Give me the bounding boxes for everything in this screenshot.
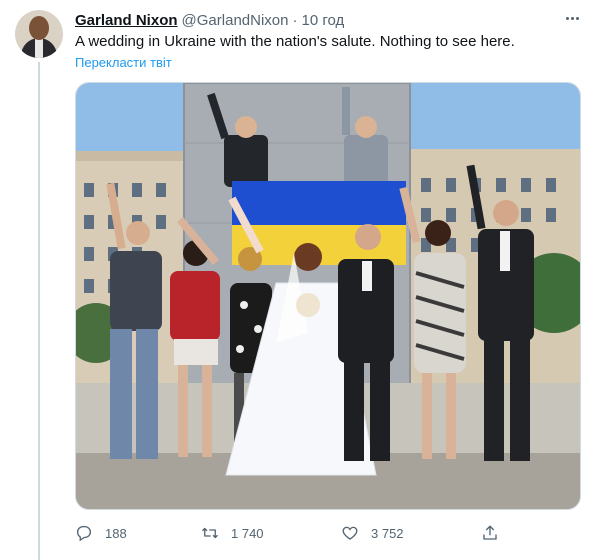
person-arm bbox=[342, 87, 350, 135]
tweet-text: A wedding in Ukraine with the nation's s… bbox=[75, 33, 515, 50]
more-icon[interactable] bbox=[560, 8, 584, 28]
separator-dot: · bbox=[292, 11, 298, 29]
retweet-button[interactable]: 1 740 bbox=[201, 522, 264, 544]
reply-icon bbox=[76, 525, 92, 542]
dress-pattern bbox=[240, 301, 248, 309]
thread-line bbox=[38, 62, 40, 560]
tweet-time[interactable]: 10 год bbox=[301, 12, 344, 29]
tweet-photo[interactable] bbox=[75, 82, 581, 510]
groom-leg bbox=[370, 361, 390, 461]
more-dot bbox=[570, 16, 574, 20]
more-dot bbox=[565, 16, 569, 20]
person-jeans bbox=[110, 329, 132, 459]
bride-head bbox=[294, 243, 322, 271]
author-handle[interactable]: @GarlandNixon bbox=[182, 12, 289, 29]
dress-pattern bbox=[236, 345, 244, 353]
person-head bbox=[126, 221, 150, 245]
person-skirt bbox=[174, 339, 218, 365]
more-dot bbox=[575, 16, 579, 20]
person-red-top bbox=[170, 271, 220, 341]
person-leg bbox=[202, 365, 212, 457]
avatar-head bbox=[29, 16, 49, 40]
person-top-left bbox=[224, 135, 268, 187]
like-button[interactable]: 3 752 bbox=[341, 522, 404, 544]
person-leg bbox=[446, 373, 456, 459]
tweet-header: Garland Nixon @GarlandNixon · 10 год bbox=[75, 10, 344, 30]
person-head bbox=[425, 220, 451, 246]
share-button[interactable] bbox=[481, 522, 499, 544]
photo-scene bbox=[76, 83, 580, 509]
person-leg bbox=[422, 373, 432, 459]
person-leg bbox=[510, 339, 530, 461]
avatar-shirt bbox=[35, 38, 43, 58]
groom-head bbox=[355, 224, 381, 250]
share-icon bbox=[483, 525, 497, 540]
tweet-actions: 188 1 740 3 752 bbox=[75, 522, 505, 544]
dress-pattern bbox=[254, 325, 262, 333]
groom-shirt bbox=[362, 261, 372, 291]
groom-leg bbox=[344, 361, 364, 461]
person-leg bbox=[178, 365, 188, 457]
flag-blue-stripe bbox=[232, 181, 406, 225]
reply-button[interactable]: 188 bbox=[75, 522, 127, 544]
person-leg bbox=[484, 339, 504, 461]
person-top-right bbox=[344, 135, 388, 187]
retweet-icon bbox=[202, 527, 218, 539]
retweet-count: 1 740 bbox=[231, 525, 264, 541]
person-head bbox=[355, 116, 377, 138]
person-striped-dress bbox=[414, 253, 466, 373]
person-shirt bbox=[500, 231, 510, 271]
person-head bbox=[493, 200, 519, 226]
reply-count: 188 bbox=[105, 525, 127, 541]
building-left-roof bbox=[76, 151, 196, 161]
person-head bbox=[235, 116, 257, 138]
like-icon bbox=[342, 526, 358, 540]
translate-link[interactable]: Перекласти твіт bbox=[75, 55, 172, 70]
bouquet bbox=[296, 293, 320, 317]
author-name[interactable]: Garland Nixon bbox=[75, 12, 178, 29]
avatar[interactable] bbox=[15, 10, 63, 58]
like-count: 3 752 bbox=[371, 525, 404, 541]
person-jeans bbox=[136, 329, 158, 459]
person-gray-shirt bbox=[110, 251, 162, 331]
